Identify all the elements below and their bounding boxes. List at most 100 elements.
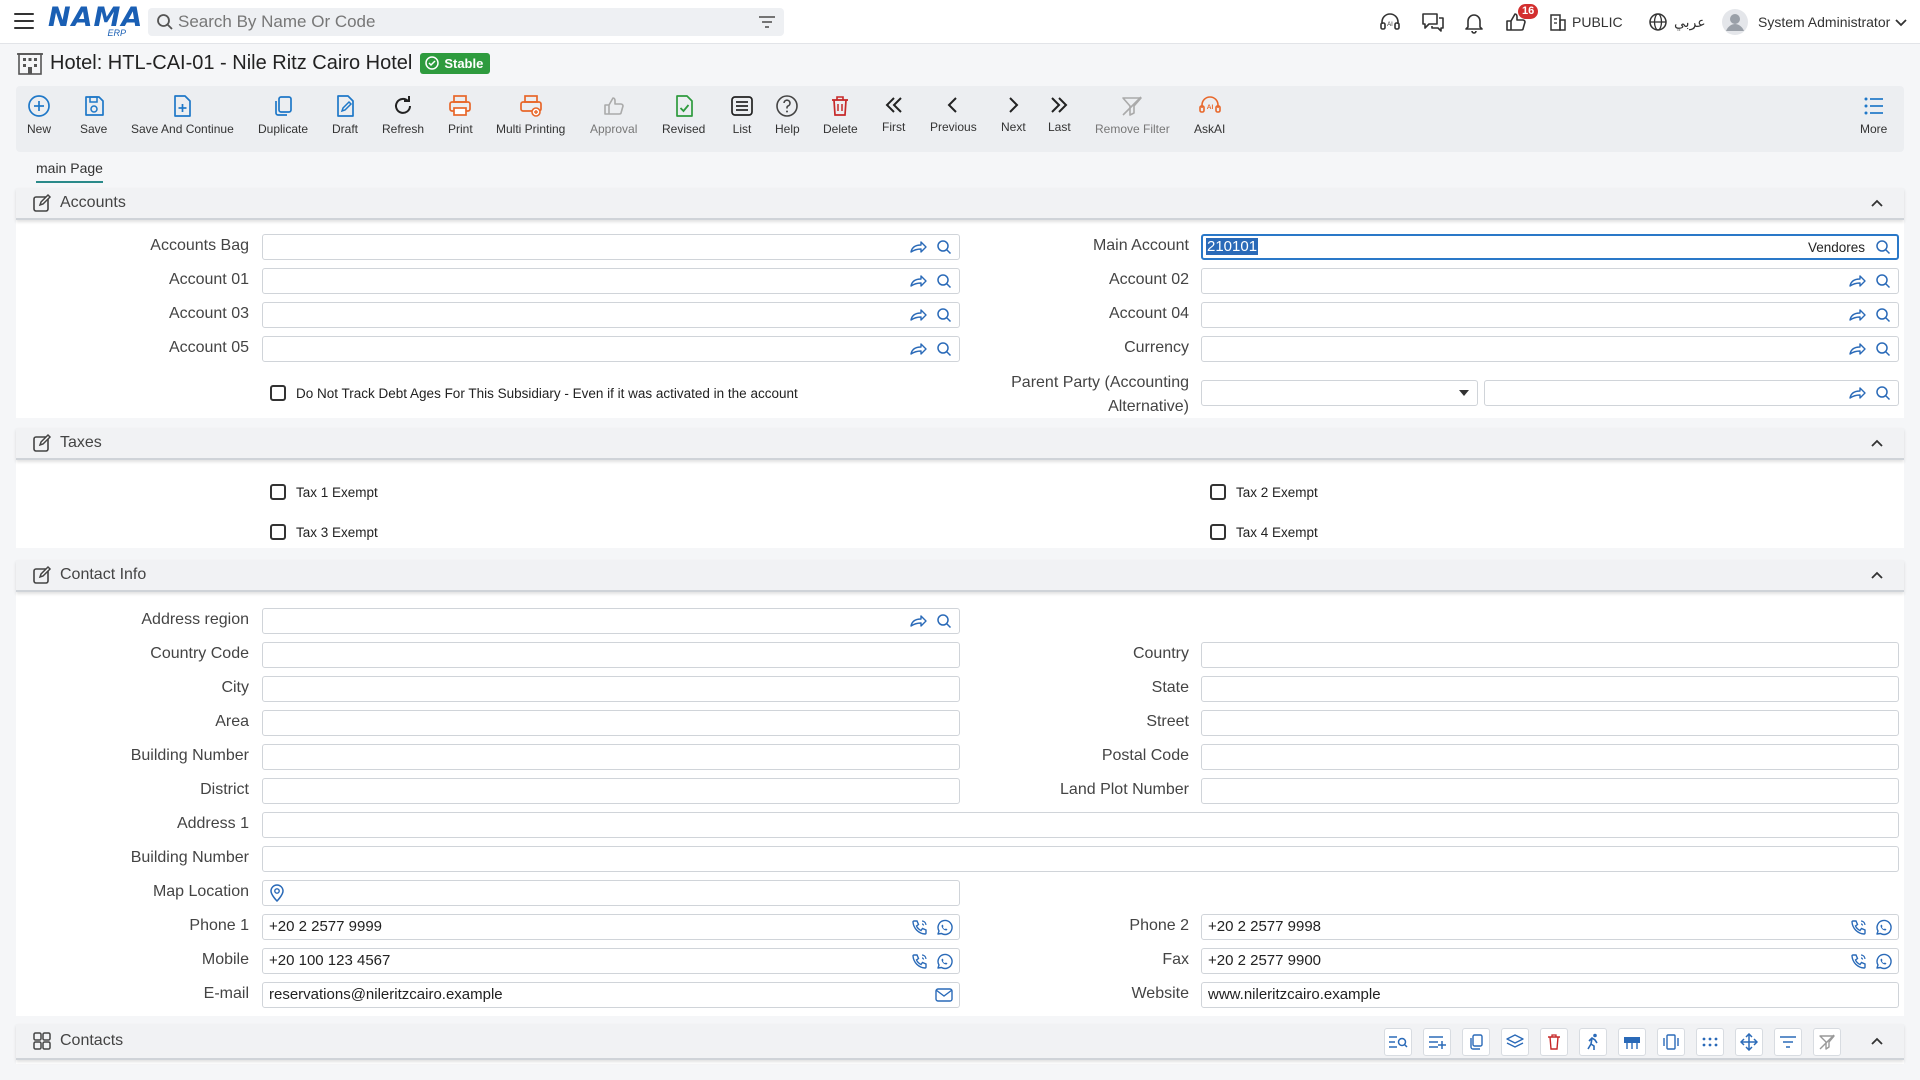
phone-icon[interactable]: [911, 953, 929, 969]
checkbox-box[interactable]: [1210, 524, 1226, 540]
new-button[interactable]: New: [27, 94, 51, 136]
tax-1-exempt-checkbox[interactable]: Tax 1 Exempt: [270, 484, 378, 500]
multi-printing-button[interactable]: Multi Printing: [496, 94, 565, 136]
debt-ages-checkbox[interactable]: Do Not Track Debt Ages For This Subsidia…: [270, 385, 798, 401]
checkbox-box[interactable]: [1210, 484, 1226, 500]
email-field[interactable]: reservations@nileritzcairo.example: [262, 982, 960, 1008]
district-field[interactable]: [262, 778, 960, 804]
share-arrow-icon[interactable]: [909, 307, 927, 323]
whatsapp-icon[interactable]: [1874, 919, 1892, 937]
previous-button[interactable]: Previous: [930, 94, 977, 134]
app-logo[interactable]: NAMA ERP: [48, 4, 142, 39]
account-04-field[interactable]: [1201, 302, 1899, 328]
whatsapp-icon[interactable]: [1874, 953, 1892, 971]
grid-add-row-button[interactable]: [1423, 1028, 1451, 1056]
approval-button[interactable]: Approval: [590, 94, 637, 136]
grid-dots-button[interactable]: [1696, 1028, 1724, 1056]
search-icon[interactable]: [935, 613, 953, 629]
address-1-field[interactable]: [262, 812, 1899, 838]
search-icon[interactable]: [935, 341, 953, 357]
share-arrow-icon[interactable]: [1848, 341, 1866, 357]
grid-layers-button[interactable]: [1501, 1028, 1529, 1056]
contact-info-section-header[interactable]: Contact Info: [16, 560, 1904, 592]
tax-4-exempt-checkbox[interactable]: Tax 4 Exempt: [1210, 524, 1318, 540]
help-button[interactable]: Help: [775, 94, 800, 136]
grid-delete-button[interactable]: [1540, 1028, 1568, 1056]
tax-2-exempt-checkbox[interactable]: Tax 2 Exempt: [1210, 484, 1318, 500]
currency-field[interactable]: [1201, 336, 1899, 362]
map-pin-icon[interactable]: [269, 884, 285, 902]
checkbox-box[interactable]: [270, 524, 286, 540]
search-icon[interactable]: [1874, 239, 1892, 255]
city-field[interactable]: [262, 676, 960, 702]
grid-fit-button[interactable]: [1657, 1028, 1685, 1056]
mail-icon[interactable]: [935, 988, 953, 1002]
street-field[interactable]: [1201, 710, 1899, 736]
hamburger-menu-icon[interactable]: [14, 11, 34, 31]
grid-search-button[interactable]: [1384, 1028, 1412, 1056]
checkbox-box[interactable]: [270, 385, 286, 401]
parent-party-type-select[interactable]: [1201, 380, 1478, 406]
first-button[interactable]: First: [882, 94, 905, 134]
next-button[interactable]: Next: [1001, 94, 1026, 134]
duplicate-button[interactable]: Duplicate: [258, 94, 308, 136]
account-01-field[interactable]: [262, 268, 960, 294]
map-location-field[interactable]: [262, 880, 960, 906]
grid-move-button[interactable]: [1735, 1028, 1763, 1056]
accounts-section-header[interactable]: Accounts: [16, 188, 1904, 220]
grid-remove-filter-button[interactable]: [1813, 1028, 1841, 1056]
fax-field[interactable]: +20 2 2577 9900: [1201, 948, 1899, 974]
address-region-field[interactable]: [262, 608, 960, 634]
checkbox-box[interactable]: [270, 484, 286, 500]
delete-button[interactable]: Delete: [823, 94, 858, 136]
print-button[interactable]: Print: [448, 94, 473, 136]
main-account-field[interactable]: 210101 Vendores: [1201, 234, 1899, 260]
last-button[interactable]: Last: [1048, 94, 1071, 134]
grid-run-button[interactable]: [1579, 1028, 1607, 1056]
mobile-field[interactable]: +20 100 123 4567: [262, 948, 960, 974]
share-arrow-icon[interactable]: [1848, 307, 1866, 323]
support-headset-icon[interactable]: AI: [1378, 0, 1402, 44]
state-field[interactable]: [1201, 676, 1899, 702]
building-number-field[interactable]: [262, 744, 960, 770]
search-icon[interactable]: [935, 239, 953, 255]
likes-notifications[interactable]: 16: [1504, 0, 1539, 44]
search-icon[interactable]: [935, 273, 953, 289]
website-field[interactable]: www.nileritzcairo.example: [1201, 982, 1899, 1008]
share-arrow-icon[interactable]: [1848, 273, 1866, 289]
save-button[interactable]: Save: [80, 94, 107, 136]
chat-icon[interactable]: [1420, 0, 1446, 44]
search-icon[interactable]: [1874, 273, 1892, 289]
remove-filter-button[interactable]: Remove Filter: [1095, 94, 1170, 136]
chevron-up-icon[interactable]: [1870, 198, 1884, 208]
filter-icon[interactable]: [758, 14, 776, 33]
bell-icon[interactable]: [1462, 0, 1486, 44]
account-05-field[interactable]: [262, 336, 960, 362]
country-field[interactable]: [1201, 642, 1899, 668]
building-number-2-field[interactable]: [262, 846, 1899, 872]
share-arrow-icon[interactable]: [909, 613, 927, 629]
account-03-field[interactable]: [262, 302, 960, 328]
user-menu[interactable]: System Administrator: [1722, 0, 1908, 44]
revised-button[interactable]: Revised: [662, 94, 705, 136]
tax-3-exempt-checkbox[interactable]: Tax 3 Exempt: [270, 524, 378, 540]
phone-icon[interactable]: [1850, 953, 1868, 969]
phone-2-field[interactable]: +20 2 2577 9998: [1201, 914, 1899, 940]
search-input[interactable]: [178, 12, 738, 32]
postal-code-field[interactable]: [1201, 744, 1899, 770]
area-field[interactable]: [262, 710, 960, 736]
phone-icon[interactable]: [911, 919, 929, 935]
refresh-button[interactable]: Refresh: [382, 94, 424, 136]
share-arrow-icon[interactable]: [1848, 385, 1866, 401]
search-icon[interactable]: [1874, 341, 1892, 357]
share-arrow-icon[interactable]: [909, 239, 927, 255]
land-plot-number-field[interactable]: [1201, 778, 1899, 804]
accounts-bag-field[interactable]: [262, 234, 960, 260]
taxes-section-header[interactable]: Taxes: [16, 428, 1904, 460]
phone-icon[interactable]: [1850, 919, 1868, 935]
chevron-up-icon[interactable]: [1870, 570, 1884, 580]
whatsapp-icon[interactable]: [935, 919, 953, 937]
account-02-field[interactable]: [1201, 268, 1899, 294]
grid-filter-button[interactable]: [1774, 1028, 1802, 1056]
save-and-continue-button[interactable]: Save And Continue: [131, 94, 234, 136]
